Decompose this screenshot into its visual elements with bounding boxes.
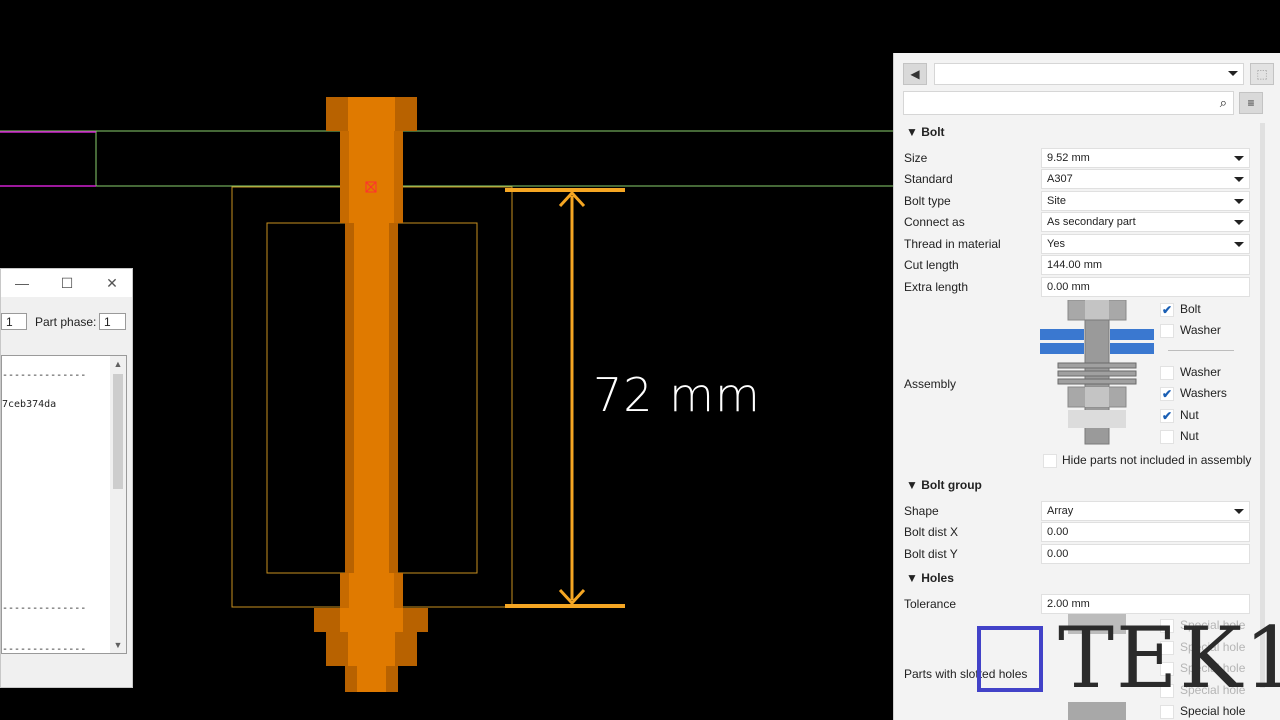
hide-parts-label: Hide parts not included in assembly [1062,453,1252,467]
scroll-thumb[interactable] [113,374,123,489]
part-phase-field[interactable]: 1 [99,313,126,330]
log-line: -------------- [2,603,87,614]
washers-checkbox-label: Washers [1180,386,1227,400]
connect-as-value: As secondary part [1047,216,1136,228]
standard-label: Standard [904,172,953,186]
chevron-down-icon [1228,71,1238,76]
collapse-icon: ▼ [906,478,922,492]
bolt-lower-shank[interactable] [340,573,403,608]
log-line: 7ceb374da [2,399,57,410]
size-select[interactable]: 9.52 mm [1041,148,1250,168]
assembly-label: Assembly [904,377,957,391]
thread-in-material-select[interactable]: Yes [1041,234,1250,254]
holes-section-title: Holes [921,571,954,585]
bolt-type-select[interactable]: Site [1041,191,1250,211]
thread-in-material-label: Thread in material [904,237,1001,251]
chevron-down-icon [1234,199,1244,204]
maximize-icon[interactable]: ☐ [56,273,78,293]
watermark-text: TEK1 [1058,609,1280,707]
collapse-icon: ▼ [906,125,922,139]
export-icon[interactable]: ⬚ [1250,63,1274,85]
bolt-type-label: Bolt type [904,194,951,208]
bolt-type-value: Site [1047,195,1066,207]
upper-washer-checkbox[interactable] [1160,324,1174,338]
bolt-checkbox-label: Bolt [1180,302,1201,316]
extra-length-input[interactable]: 0.00 mm [1041,277,1250,297]
tek1-watermark: TEK1 [968,610,1280,706]
dialog-titlebar[interactable]: — ☐ ✕ [1,269,132,297]
chevron-down-icon [1234,509,1244,514]
nut[interactable] [326,632,417,666]
cut-length-label: Cut length [904,258,959,272]
chevron-down-icon [1234,220,1244,225]
part-phase-label: Part phase: [35,315,97,329]
connect-as-select[interactable]: As secondary part [1041,212,1250,232]
scroll-down-icon[interactable]: ▼ [110,640,126,650]
extra-length-label: Extra length [904,280,969,294]
phase-field[interactable]: 1 [1,313,27,330]
back-icon[interactable]: ◀ [903,63,927,85]
shape-value: Array [1047,505,1074,517]
bolt-group-section-title: Bolt group [921,478,982,492]
object-type-dropdown[interactable] [934,63,1244,85]
bolt-assembly-diagram [1040,300,1154,445]
bolt-head[interactable] [326,97,417,131]
tolerance-label: Tolerance [904,597,957,611]
nut-checkbox-label: Nut [1180,408,1199,422]
shape-select[interactable]: Array [1041,501,1250,521]
bolt-dist-x-label: Bolt dist X [904,525,959,539]
holes-section-header[interactable]: ▼ Holes [906,571,954,585]
lower-washer-checkbox[interactable] [1160,366,1174,380]
chevron-down-icon [1234,242,1244,247]
log-line: -------------- [2,370,87,381]
second-nut-checkbox[interactable] [1160,430,1174,444]
washer[interactable] [314,608,428,632]
watermark-square [977,626,1043,692]
size-value: 9.52 mm [1047,152,1090,164]
panel-scrollbar[interactable] [1260,123,1265,688]
bolt-group-section-header[interactable]: ▼ Bolt group [906,478,982,492]
thread-in-material-value: Yes [1047,238,1065,250]
minimize-icon[interactable]: — [11,273,33,293]
search-input[interactable]: ⌕ [903,91,1234,115]
bolt-dist-y-label: Bolt dist Y [904,547,958,561]
chevron-down-icon [1234,156,1244,161]
bolt-dist-x-input[interactable]: 0.00 [1041,522,1250,542]
washers-checkbox[interactable]: ✔ [1160,387,1174,401]
bolt-dist-y-input[interactable]: 0.00 [1041,544,1250,564]
dimension-label: 72 mm [593,368,761,422]
bolt-section-title: Bolt [921,125,945,139]
menu-icon[interactable]: ≡ [1239,92,1263,114]
nut-checkbox[interactable]: ✔ [1160,409,1174,423]
shape-label: Shape [904,504,939,518]
phase-row: 1 Part phase: 1 [1,313,134,333]
size-label: Size [904,151,928,165]
chevron-down-icon [1234,177,1244,182]
log-scrollbar[interactable]: ▲ ▼ [110,356,126,653]
scroll-up-icon[interactable]: ▲ [110,359,126,369]
collapse-icon: ▼ [906,571,922,585]
bolt-shank[interactable] [345,223,398,573]
standard-value: A307 [1047,173,1073,185]
lower-washer-checkbox-label: Washer [1180,365,1221,379]
bolt-checkbox[interactable]: ✔ [1160,303,1174,317]
output-log[interactable]: -------------- 7ceb374da -------------- … [1,355,127,654]
upper-washer-checkbox-label: Washer [1180,323,1221,337]
special-hole-checkbox[interactable] [1160,705,1174,719]
standard-select[interactable]: A307 [1041,169,1250,189]
bolt-tip[interactable] [345,666,398,692]
search-icon: ⌕ [1219,95,1227,110]
second-nut-checkbox-label: Nut [1180,429,1199,443]
hide-parts-checkbox[interactable] [1043,454,1057,468]
assembly-divider [1168,350,1234,351]
log-line: -------------- [2,644,87,654]
cut-length-input[interactable]: 144.00 mm [1041,255,1250,275]
bolt-section-header[interactable]: ▼ Bolt [906,125,945,139]
connect-as-label: Connect as [904,215,965,229]
bolt-upper-shank[interactable] [340,131,403,223]
output-dialog[interactable]: — ☐ ✕ 1 Part phase: 1 -------------- 7ce… [0,268,133,688]
close-icon[interactable]: ✕ [101,273,123,293]
